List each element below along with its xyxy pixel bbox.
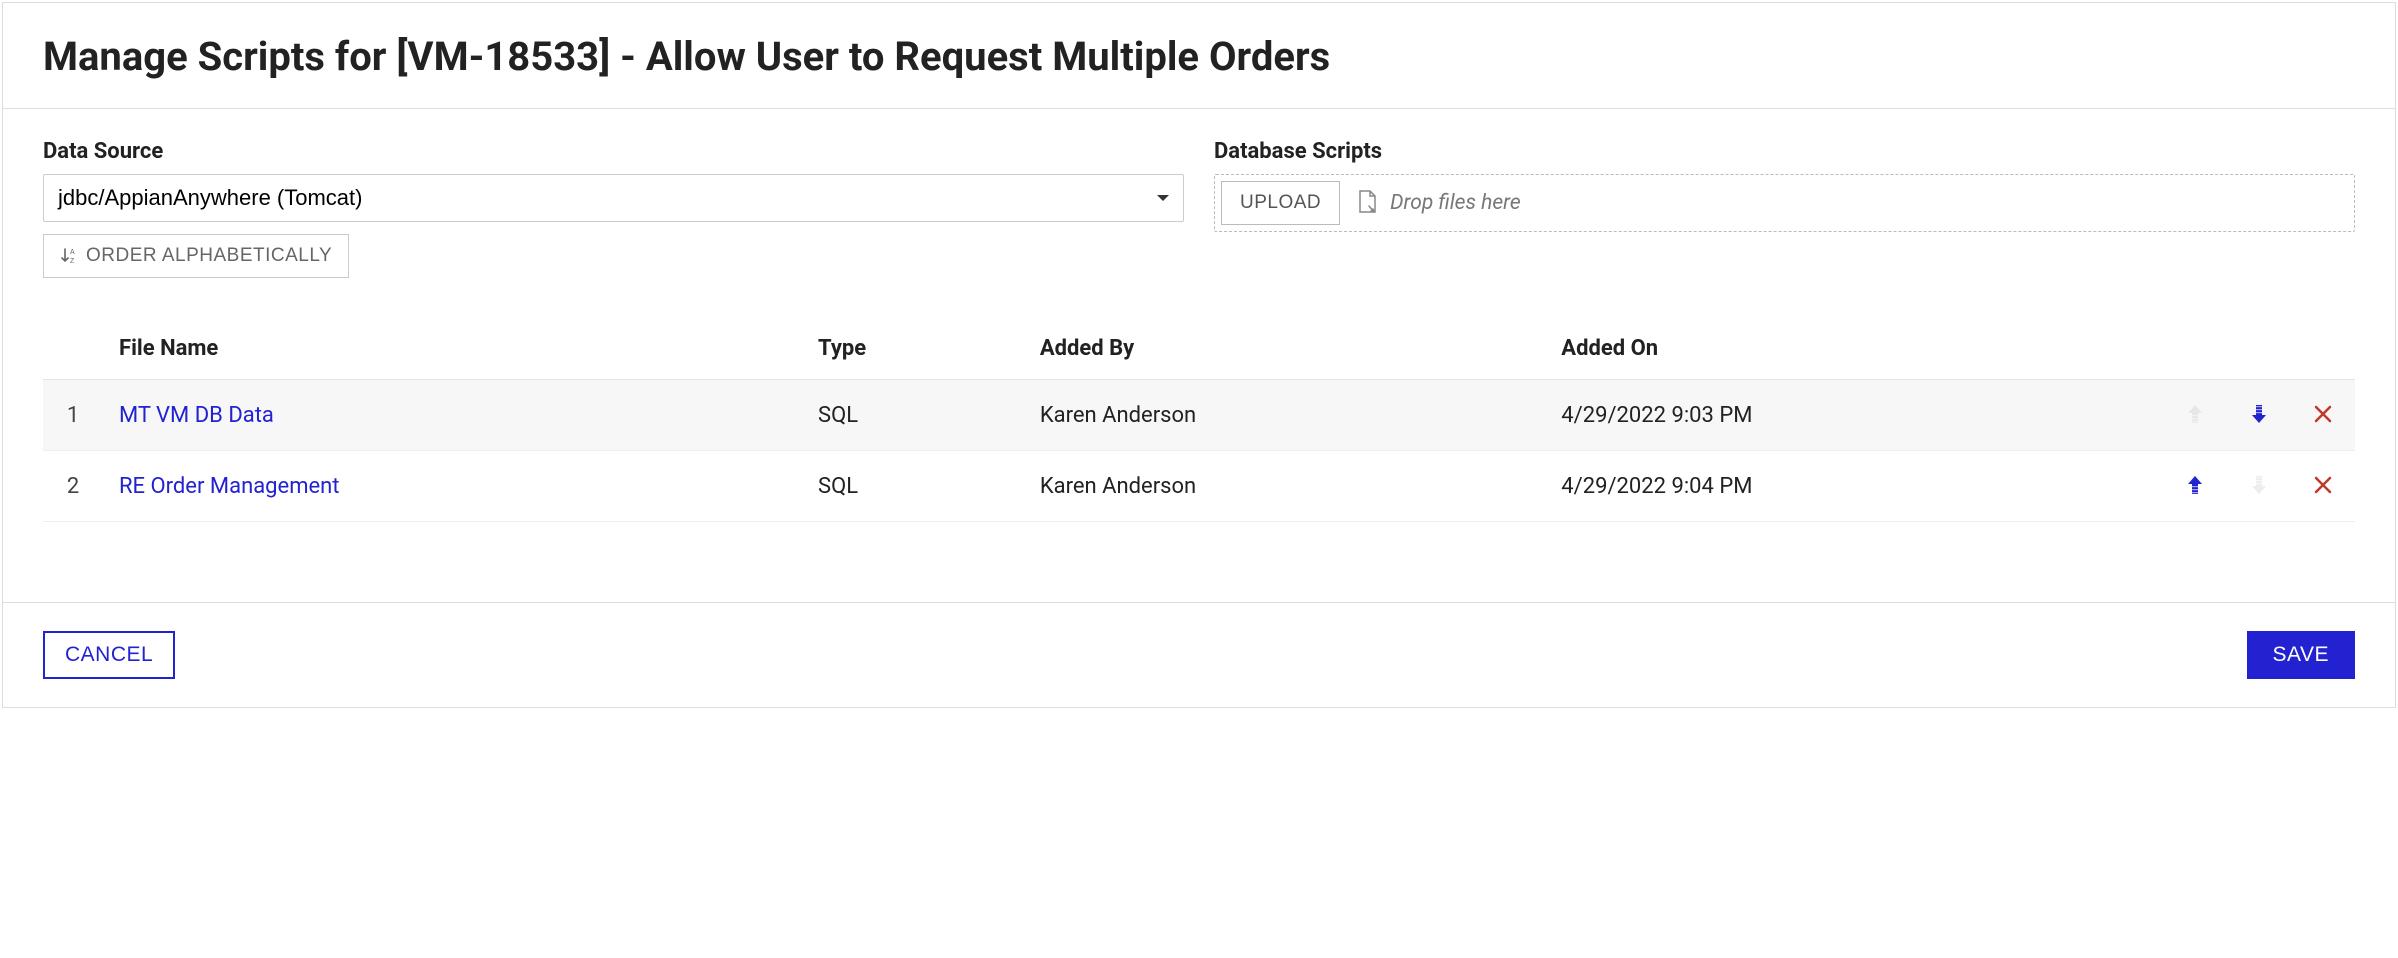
added-by-cell: Karen Anderson xyxy=(1024,380,1545,451)
database-scripts-label: Database Scripts xyxy=(1214,139,2355,164)
col-addedby-header: Added By xyxy=(1024,318,1545,380)
row-index: 2 xyxy=(43,451,103,522)
drop-placeholder: Drop files here xyxy=(1390,191,1521,215)
file-name-cell: MT VM DB Data xyxy=(103,380,802,451)
move-down-cell xyxy=(2227,380,2291,451)
move-down-button[interactable] xyxy=(2245,398,2273,430)
row-index: 1 xyxy=(43,380,103,451)
remove-button[interactable] xyxy=(2309,471,2337,499)
added-on-cell: 4/29/2022 9:03 PM xyxy=(1545,380,2163,451)
save-button[interactable]: SAVE xyxy=(2247,631,2355,679)
svg-text:Z: Z xyxy=(70,258,75,265)
upload-button[interactable]: UPLOAD xyxy=(1221,181,1340,225)
move-up-cell xyxy=(2163,380,2227,451)
move-up-button[interactable] xyxy=(2181,469,2209,501)
table-row: 1 MT VM DB Data SQLKaren Anderson4/29/2022… xyxy=(43,380,2355,451)
arrow-down-icon xyxy=(2249,473,2269,497)
table-row: 2 RE Order Management SQLKaren Anderson4/2… xyxy=(43,451,2355,522)
arrow-down-icon xyxy=(2249,402,2269,426)
data-source-value: jdbc/AppianAnywhere (Tomcat) xyxy=(58,185,362,210)
close-icon xyxy=(2313,475,2333,495)
dialog-header: Manage Scripts for [VM-18533] - Allow Us… xyxy=(3,3,2395,109)
order-alphabetically-label: ORDER ALPHABETICALLY xyxy=(86,245,332,267)
remove-cell xyxy=(2291,380,2355,451)
move-down-cell xyxy=(2227,451,2291,522)
data-source-section: Data Source jdbc/AppianAnywhere (Tomcat)… xyxy=(43,139,1184,278)
col-addedon-header: Added On xyxy=(1545,318,2163,380)
database-scripts-section: Database Scripts UPLOAD Drop files here xyxy=(1214,139,2355,278)
manage-scripts-dialog: Manage Scripts for [VM-18533] - Allow Us… xyxy=(2,2,2396,708)
table-header-row: File Name Type Added By Added On xyxy=(43,318,2355,380)
scripts-table: File Name Type Added By Added On 1 MT VM … xyxy=(43,318,2355,522)
file-drop-icon xyxy=(1356,189,1380,217)
arrow-up-icon xyxy=(2185,402,2205,426)
col-type-header: Type xyxy=(802,318,1024,380)
order-alphabetically-button[interactable]: A Z ORDER ALPHABETICALLY xyxy=(43,234,349,278)
dialog-footer: CANCEL SAVE xyxy=(3,602,2395,707)
data-source-label: Data Source xyxy=(43,139,1184,164)
arrow-up-icon xyxy=(2185,473,2205,497)
added-by-cell: Karen Anderson xyxy=(1024,451,1545,522)
added-on-cell: 4/29/2022 9:04 PM xyxy=(1545,451,2163,522)
data-source-select[interactable]: jdbc/AppianAnywhere (Tomcat) xyxy=(43,174,1184,222)
col-remove-header xyxy=(2291,318,2355,380)
form-row: Data Source jdbc/AppianAnywhere (Tomcat)… xyxy=(43,139,2355,278)
col-index-header xyxy=(43,318,103,380)
col-moveup-header xyxy=(2163,318,2227,380)
dialog-title: Manage Scripts for [VM-18533] - Allow Us… xyxy=(43,33,2355,80)
col-filename-header: File Name xyxy=(103,318,802,380)
file-link[interactable]: RE Order Management xyxy=(119,474,340,499)
drop-area: Drop files here xyxy=(1356,181,2348,225)
col-movedown-header xyxy=(2227,318,2291,380)
type-cell: SQL xyxy=(802,380,1024,451)
sort-icon: A Z xyxy=(60,247,78,265)
remove-cell xyxy=(2291,451,2355,522)
move-down-button xyxy=(2245,469,2273,501)
file-link[interactable]: MT VM DB Data xyxy=(119,403,274,428)
close-icon xyxy=(2313,404,2333,424)
type-cell: SQL xyxy=(802,451,1024,522)
file-name-cell: RE Order Management xyxy=(103,451,802,522)
upload-dropzone[interactable]: UPLOAD Drop files here xyxy=(1214,174,2355,232)
dialog-body: Data Source jdbc/AppianAnywhere (Tomcat)… xyxy=(3,109,2395,602)
move-up-button xyxy=(2181,398,2209,430)
move-up-cell xyxy=(2163,451,2227,522)
data-source-select-wrap: jdbc/AppianAnywhere (Tomcat) xyxy=(43,174,1184,222)
cancel-button[interactable]: CANCEL xyxy=(43,631,175,679)
remove-button[interactable] xyxy=(2309,400,2337,428)
svg-text:A: A xyxy=(70,249,75,256)
